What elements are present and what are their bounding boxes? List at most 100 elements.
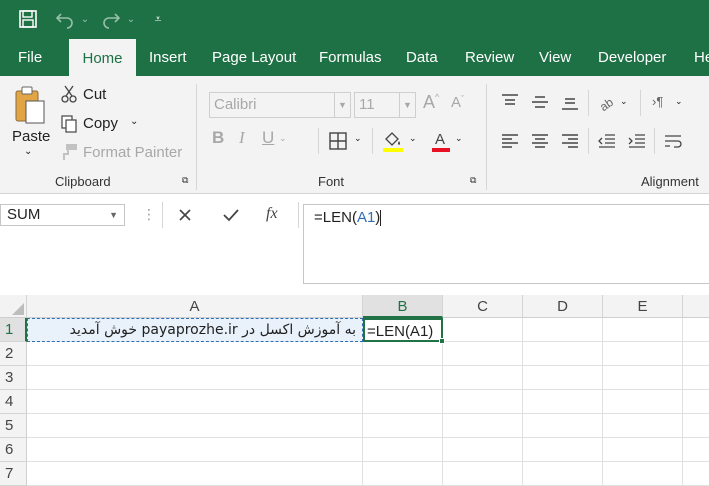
grid-cell[interactable] <box>27 390 363 414</box>
grid-cell[interactable] <box>443 414 523 438</box>
grid-cell[interactable] <box>27 366 363 390</box>
increase-indent-icon[interactable] <box>626 130 648 152</box>
paste-button[interactable]: Paste <box>12 128 50 145</box>
font-launcher-icon[interactable]: ⧉ <box>470 175 476 186</box>
name-box-dropdown-icon[interactable]: ▼ <box>109 205 118 225</box>
font-name-dropdown-icon[interactable]: ▼ <box>334 93 350 117</box>
grid-cell[interactable] <box>363 390 443 414</box>
format-painter-icon[interactable] <box>60 142 78 162</box>
borders-icon[interactable] <box>327 130 349 152</box>
column-header-b[interactable]: B <box>363 295 443 318</box>
grid-cell[interactable] <box>523 390 603 414</box>
font-color-dropdown-icon[interactable]: ⌄ <box>455 133 463 144</box>
grid-cell[interactable] <box>443 318 523 342</box>
align-left-icon[interactable] <box>499 130 521 152</box>
redo-dropdown-icon[interactable]: ⌄ <box>124 6 138 32</box>
grid-cell[interactable] <box>523 438 603 462</box>
decrease-font-size-icon[interactable]: Aˇ <box>451 94 464 111</box>
underline-icon[interactable]: U <box>262 128 274 148</box>
cut-button[interactable]: Cut <box>83 86 106 103</box>
column-header-d[interactable]: D <box>523 295 603 318</box>
copy-dropdown-icon[interactable]: ⌄ <box>130 116 138 127</box>
grid-cell[interactable] <box>603 414 683 438</box>
name-box[interactable]: SUM ▼ <box>0 204 125 226</box>
tab-review[interactable]: Review <box>465 38 514 76</box>
formula-input[interactable]: =LEN(A1) <box>303 204 709 284</box>
formula-bar-grip[interactable]: ⋮ <box>142 206 156 223</box>
decrease-indent-icon[interactable] <box>596 130 618 152</box>
fill-color-dropdown-icon[interactable]: ⌄ <box>409 133 417 144</box>
save-icon[interactable] <box>14 6 42 32</box>
tab-insert[interactable]: Insert <box>149 38 187 76</box>
grid-cell[interactable] <box>27 342 363 366</box>
grid-cell[interactable] <box>603 438 683 462</box>
tab-file[interactable]: File <box>18 38 42 76</box>
grid-cell[interactable] <box>443 462 523 486</box>
column-header-a[interactable]: A <box>27 295 363 318</box>
grid-cell[interactable] <box>27 414 363 438</box>
row-header-1[interactable]: 1 <box>0 318 27 342</box>
fill-color-icon[interactable] <box>381 128 405 154</box>
italic-icon[interactable]: I <box>239 128 245 148</box>
grid-cell[interactable] <box>363 414 443 438</box>
grid-cell[interactable] <box>523 366 603 390</box>
format-painter-button[interactable]: Format Painter <box>83 144 182 161</box>
tab-page-layout[interactable]: Page Layout <box>212 38 296 76</box>
grid-cell[interactable] <box>27 462 363 486</box>
redo-icon[interactable] <box>98 6 124 32</box>
grid-cell[interactable] <box>363 366 443 390</box>
increase-font-size-icon[interactable]: A^ <box>423 92 439 113</box>
grid-cell[interactable] <box>363 342 443 366</box>
tab-data[interactable]: Data <box>406 38 438 76</box>
copy-button[interactable]: Copy <box>83 115 118 132</box>
bold-icon[interactable]: B <box>212 128 224 148</box>
grid-cell[interactable] <box>443 438 523 462</box>
font-name-combo[interactable]: Calibri ▼ <box>209 92 351 118</box>
grid-cell[interactable] <box>683 318 709 342</box>
font-size-dropdown-icon[interactable]: ▼ <box>399 93 415 117</box>
align-right-icon[interactable] <box>559 130 581 152</box>
column-header-e[interactable]: E <box>603 295 683 318</box>
grid-cell[interactable] <box>683 390 709 414</box>
grid-cell[interactable] <box>523 342 603 366</box>
fill-handle[interactable] <box>439 338 445 344</box>
grid-cell[interactable] <box>523 318 603 342</box>
insert-function-icon[interactable]: fx <box>266 205 278 223</box>
grid-cell[interactable] <box>363 438 443 462</box>
orientation-icon[interactable]: ab <box>596 92 618 114</box>
row-header-2[interactable]: 2 <box>0 342 27 366</box>
cell-b1[interactable]: =LEN(A1) <box>363 318 443 342</box>
grid-cell[interactable] <box>443 342 523 366</box>
cell-a1[interactable]: به آموزش اکسل در payaprozhe.ir خوش آمدید <box>27 318 363 342</box>
tab-formulas[interactable]: Formulas <box>319 38 382 76</box>
font-size-combo[interactable]: 11 ▼ <box>354 92 416 118</box>
tab-home[interactable]: Home <box>69 39 136 76</box>
grid-cell[interactable] <box>443 366 523 390</box>
grid-cell[interactable] <box>603 342 683 366</box>
text-direction-icon[interactable]: ›¶ <box>652 94 663 109</box>
row-header-3[interactable]: 3 <box>0 366 27 390</box>
underline-dropdown-icon[interactable]: ⌄ <box>279 133 287 144</box>
row-header-4[interactable]: 4 <box>0 390 27 414</box>
copy-icon[interactable] <box>60 114 78 134</box>
undo-dropdown-icon[interactable]: ⌄ <box>78 6 92 32</box>
cut-icon[interactable] <box>60 84 78 104</box>
grid-cell[interactable] <box>683 462 709 486</box>
grid-cell[interactable] <box>683 366 709 390</box>
enter-icon[interactable] <box>218 204 244 226</box>
select-all-corner[interactable] <box>0 295 27 318</box>
orientation-dropdown-icon[interactable]: ⌄ <box>620 96 628 107</box>
grid-cell[interactable] <box>603 390 683 414</box>
worksheet-grid[interactable]: A B C D E 1 2 3 4 5 6 7 به آموزش اکسل در… <box>0 295 709 486</box>
undo-icon[interactable] <box>52 6 78 32</box>
tab-view[interactable]: View <box>539 38 571 76</box>
grid-cell[interactable] <box>683 438 709 462</box>
font-color-icon[interactable]: A <box>430 128 452 154</box>
grid-cell[interactable] <box>523 414 603 438</box>
wrap-text-icon[interactable] <box>662 130 684 152</box>
align-center-icon[interactable] <box>529 130 551 152</box>
tab-developer[interactable]: Developer <box>598 38 666 76</box>
grid-cell[interactable] <box>363 462 443 486</box>
middle-align-icon[interactable] <box>529 92 551 112</box>
clipboard-launcher-icon[interactable]: ⧉ <box>182 175 188 186</box>
